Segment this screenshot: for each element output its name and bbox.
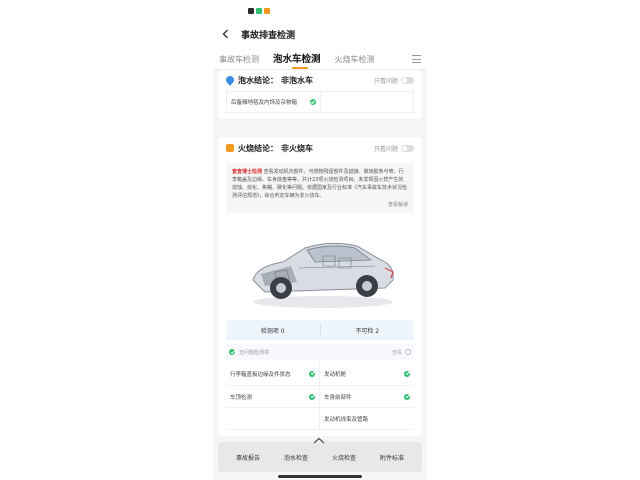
stat-abnormal[interactable]: 不可检 2 (321, 320, 415, 340)
menu-icon[interactable] (412, 55, 421, 63)
info-icon (405, 349, 411, 355)
check-item-label: 车顶检测 (230, 394, 253, 401)
normal-items-side-label: 查看 (391, 349, 402, 356)
tab-fire[interactable]: 火烧车检测 (335, 54, 375, 65)
tab-bar: 事故车检测 泡水车检测 火烧车检测 (213, 46, 427, 70)
page-title: 事故排查检测 (241, 30, 296, 41)
check-icon (404, 370, 410, 377)
thumb-icon (226, 144, 234, 152)
home-indicator[interactable] (278, 475, 362, 478)
check-icon (309, 370, 315, 377)
water-drop-icon (224, 74, 236, 86)
fire-conclusion-label: 火烧结论： (238, 143, 278, 153)
view-more-link[interactable]: 查看解读 (232, 201, 408, 209)
water-header: 泡水结论： 非泡水车 只看问题 (224, 73, 414, 87)
bottom-nav-item[interactable]: 附件标准 (380, 453, 404, 462)
header: 事故排查检测 (213, 22, 427, 46)
chevron-up-icon[interactable] (312, 437, 326, 444)
app-icon-3 (264, 8, 270, 14)
fire-card: 火烧结论： 非火烧车 只看问题 查查博士检测 查看发动机内部件、可燃物残留部件及… (218, 137, 422, 436)
back-icon[interactable] (219, 27, 233, 41)
normal-items-row[interactable]: 无问题检测项 查看 (226, 344, 414, 360)
check-icon (229, 349, 235, 355)
check-item (226, 408, 320, 430)
check-item-label: 发动机舱 (324, 371, 347, 378)
water-conclusion-value: 非泡水车 (281, 75, 313, 85)
water-card: 泡水结论： 非泡水车 只看问题 后备厢地毯及内饰及杂物箱 (218, 70, 422, 119)
water-filter-toggle[interactable]: 只看问题 (374, 76, 414, 85)
water-item-empty (321, 92, 414, 112)
tab-water[interactable]: 泡水车检测 (273, 51, 321, 69)
tab-accident[interactable]: 事故车检测 (219, 54, 259, 65)
fire-conclusion-value: 非火烧车 (281, 143, 313, 153)
normal-items-side: 查看 (392, 349, 411, 356)
check-icon (309, 99, 316, 105)
water-items: 后备厢地毯及内饰及杂物箱 (226, 91, 414, 113)
normal-items-label: 无问题检测项 (239, 349, 270, 356)
fire-filter-toggle[interactable]: 只看问题 (374, 144, 414, 153)
bottom-nav-item[interactable]: 泡水检查 (284, 453, 308, 462)
check-item[interactable]: 发动机舱 (320, 362, 414, 386)
water-conclusion-label: 泡水结论： (238, 75, 278, 85)
fire-toggle-label: 只看问题 (373, 145, 398, 153)
bottom-nav-item[interactable]: 火烧检查 (332, 453, 356, 462)
check-icon (309, 393, 315, 400)
status-bar (213, 0, 427, 22)
description-brand: 查查博士检测 (232, 169, 263, 175)
phone-screen: 事故排查检测 事故车检测 泡水车检测 火烧车检测 泡水结论： 非泡水车 只看问题… (213, 0, 427, 480)
water-item[interactable]: 后备厢地毯及内饰及杂物箱 (227, 92, 321, 112)
check-item[interactable]: 车身前部件 (320, 386, 414, 408)
water-item-label: 后备厢地毯及内饰及杂物箱 (231, 100, 298, 106)
app-icon-2 (256, 8, 262, 14)
check-items-grid: 行李箱盖板边缘及件状态 发动机舱 车顶检测 车身前部件 发动机线束及管路 (226, 362, 414, 430)
toggle-switch[interactable] (401, 144, 414, 152)
bottom-nav: 事故报告 泡水检查 火烧检查 附件标准 (218, 437, 422, 472)
app-icon-1 (248, 8, 254, 14)
fire-header: 火烧结论： 非火烧车 只看问题 (226, 141, 414, 155)
water-toggle-label: 只看问题 (373, 77, 398, 85)
scroll-content[interactable]: 泡水结论： 非泡水车 只看问题 后备厢地毯及内饰及杂物箱 火烧结论： 非火烧车 (213, 70, 427, 480)
toggle-switch[interactable] (401, 76, 414, 84)
check-item[interactable]: 行李箱盖板边缘及件状态 (226, 362, 320, 386)
check-item[interactable]: 发动机线束及管路 (320, 408, 414, 430)
car-cutaway-image (252, 242, 394, 308)
car-illustration (226, 219, 414, 314)
check-icon (404, 393, 410, 400)
check-item-label: 行李箱盖板边缘及件状态 (230, 371, 291, 378)
stats-bar: 检测项 0 不可检 2 (226, 320, 414, 340)
check-item-label: 车身前部件 (324, 394, 352, 401)
check-item[interactable]: 车顶检测 (226, 386, 320, 408)
bottom-nav-item[interactable]: 事故报告 (236, 453, 260, 462)
fire-description: 查查博士检测 查看发动机内部件、可燃物残留部件及插接、玻璃胶条与喷、行李箱盖及边… (226, 163, 414, 213)
check-item-label: 发动机线束及管路 (324, 416, 369, 423)
stat-normal[interactable]: 检测项 0 (226, 320, 320, 340)
